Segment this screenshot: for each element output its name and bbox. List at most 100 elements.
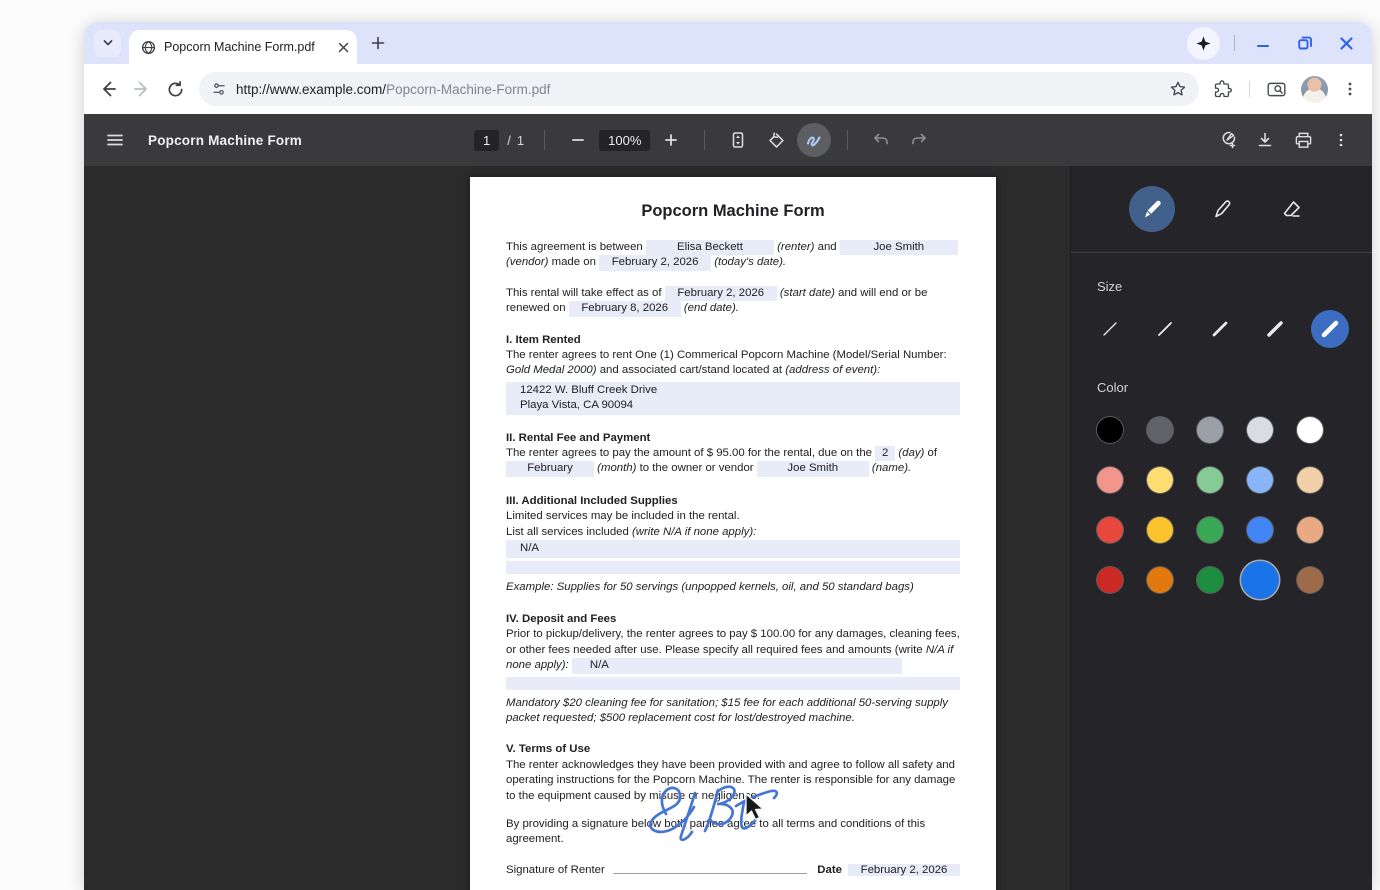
- annotation-add-button[interactable]: [1210, 123, 1244, 157]
- bookmark-star-button[interactable]: [1169, 80, 1187, 98]
- print-icon: [1294, 131, 1313, 150]
- color-swatch-yellow[interactable]: [1147, 517, 1173, 543]
- color-grid: [1071, 411, 1372, 599]
- color-swatch-light-green[interactable]: [1197, 467, 1223, 493]
- print-button[interactable]: [1286, 123, 1320, 157]
- color-cell: [1291, 511, 1329, 549]
- color-cell: [1291, 461, 1329, 499]
- section-3-heading: III. Additional Included Supplies: [506, 494, 960, 509]
- color-swatch-light-tan[interactable]: [1297, 467, 1323, 493]
- eraser-icon: [1280, 198, 1303, 221]
- window-close-button[interactable]: [1339, 36, 1354, 51]
- annotate-mode-button[interactable]: [797, 123, 831, 157]
- zoom-out-button[interactable]: [561, 123, 595, 157]
- undo-icon: [872, 131, 890, 149]
- owner-name-field[interactable]: Joe Smith: [757, 461, 869, 476]
- toolbar-divider: [1249, 81, 1250, 97]
- section-5-heading: V. Terms of Use: [506, 742, 960, 757]
- color-swatch-red[interactable]: [1097, 517, 1123, 543]
- highlighter-tool-button[interactable]: [1199, 186, 1245, 232]
- tab-search-chevron-button[interactable]: [94, 30, 121, 57]
- extensions-button[interactable]: [1213, 79, 1233, 99]
- due-day-field[interactable]: 2: [875, 446, 895, 461]
- annotation-tools: [1071, 166, 1372, 252]
- fees-field-2[interactable]: [506, 677, 960, 690]
- pdf-more-button[interactable]: [1324, 123, 1358, 157]
- address-line-2: Playa Vista, CA 90094: [520, 398, 960, 413]
- color-swatch-gray[interactable]: [1197, 417, 1223, 443]
- window-restore-button[interactable]: [1297, 35, 1313, 51]
- size-option-4[interactable]: [1256, 310, 1294, 348]
- redo-button[interactable]: [902, 123, 936, 157]
- pdf-viewer[interactable]: Popcorn Machine Form This agreement is b…: [84, 166, 1070, 890]
- size-option-5[interactable]: [1311, 310, 1349, 348]
- pen-tool-button[interactable]: [1129, 186, 1175, 232]
- text-run: (renter): [777, 241, 814, 253]
- tab-popcorn-machine-form[interactable]: Popcorn Machine Form.pdf: [129, 30, 357, 64]
- due-month-field[interactable]: February: [506, 461, 594, 476]
- size-option-3[interactable]: [1201, 310, 1239, 348]
- tab-close-button[interactable]: [338, 42, 349, 53]
- pdf-toolbar-right: [1210, 123, 1358, 157]
- browser-menu-button[interactable]: [1342, 81, 1358, 97]
- color-swatch-bright-blue[interactable]: [1241, 561, 1279, 599]
- eraser-tool-button[interactable]: [1269, 186, 1315, 232]
- tab-search-button[interactable]: [1266, 79, 1287, 100]
- window-minimize-button[interactable]: [1255, 35, 1271, 51]
- event-address-field[interactable]: 12422 W. Bluff Creek Drive Playa Vista, …: [506, 382, 960, 415]
- zoom-level-input[interactable]: 100%: [599, 130, 650, 151]
- color-swatch-dark-gray[interactable]: [1147, 417, 1173, 443]
- redo-icon: [910, 131, 928, 149]
- services-included-field[interactable]: N/A: [506, 540, 960, 557]
- end-date-field[interactable]: February 8, 2026: [569, 301, 681, 316]
- zoom-in-button[interactable]: [654, 123, 688, 157]
- fees-field[interactable]: N/A: [572, 658, 902, 673]
- color-swatch-blue[interactable]: [1247, 517, 1273, 543]
- services-included-field-2[interactable]: [506, 561, 960, 574]
- color-swatch-black[interactable]: [1097, 417, 1123, 443]
- color-swatch-light-blue[interactable]: [1247, 467, 1273, 493]
- url-text[interactable]: http://www.example.com/Popcorn-Machine-F…: [236, 82, 1160, 97]
- mouse-cursor: [742, 792, 768, 822]
- gemini-button[interactable]: [1187, 27, 1220, 60]
- fit-to-page-button[interactable]: [721, 123, 755, 157]
- pdf-menu-button[interactable]: [98, 123, 132, 157]
- renter-signature-line[interactable]: [613, 862, 808, 874]
- close-icon: [338, 42, 349, 53]
- omnibox[interactable]: http://www.example.com/Popcorn-Machine-F…: [199, 72, 1199, 106]
- color-swatch-orange[interactable]: [1147, 567, 1173, 593]
- fit-page-icon: [729, 131, 747, 149]
- color-swatch-dark-red[interactable]: [1097, 567, 1123, 593]
- size-option-1[interactable]: [1091, 310, 1129, 348]
- renter-name-field[interactable]: Elisa Beckett: [646, 240, 774, 255]
- stroke-sample-icon: [1320, 319, 1340, 339]
- back-button[interactable]: [98, 79, 118, 99]
- vendor-name-field[interactable]: Joe Smith: [840, 240, 958, 255]
- section-2-heading: II. Rental Fee and Payment: [506, 431, 960, 446]
- start-date-field[interactable]: February 2, 2026: [665, 286, 777, 301]
- reload-button[interactable]: [166, 80, 185, 99]
- plus-icon: [371, 36, 385, 50]
- color-swatch-brown[interactable]: [1297, 567, 1323, 593]
- size-option-2[interactable]: [1146, 310, 1184, 348]
- color-label: Color: [1097, 380, 1372, 395]
- color-cell: [1191, 461, 1229, 499]
- color-swatch-green[interactable]: [1197, 517, 1223, 543]
- rotate-button[interactable]: [759, 123, 793, 157]
- undo-button[interactable]: [864, 123, 898, 157]
- todays-date-field[interactable]: February 2, 2026: [599, 255, 711, 270]
- download-button[interactable]: [1248, 123, 1282, 157]
- profile-avatar[interactable]: [1301, 76, 1328, 103]
- page-number-input[interactable]: 1: [474, 130, 499, 151]
- color-swatch-dark-green[interactable]: [1197, 567, 1223, 593]
- color-swatch-white[interactable]: [1297, 417, 1323, 443]
- new-tab-button[interactable]: [371, 36, 385, 50]
- color-swatch-light-red[interactable]: [1097, 467, 1123, 493]
- renter-date-field[interactable]: February 2, 2026: [848, 864, 960, 876]
- color-swatch-light-yellow[interactable]: [1147, 467, 1173, 493]
- forward-button[interactable]: [132, 79, 152, 99]
- color-swatch-light-gray[interactable]: [1247, 417, 1273, 443]
- color-swatch-tan[interactable]: [1297, 517, 1323, 543]
- sparkle-icon: [1195, 35, 1212, 52]
- text-run: made on: [552, 256, 596, 268]
